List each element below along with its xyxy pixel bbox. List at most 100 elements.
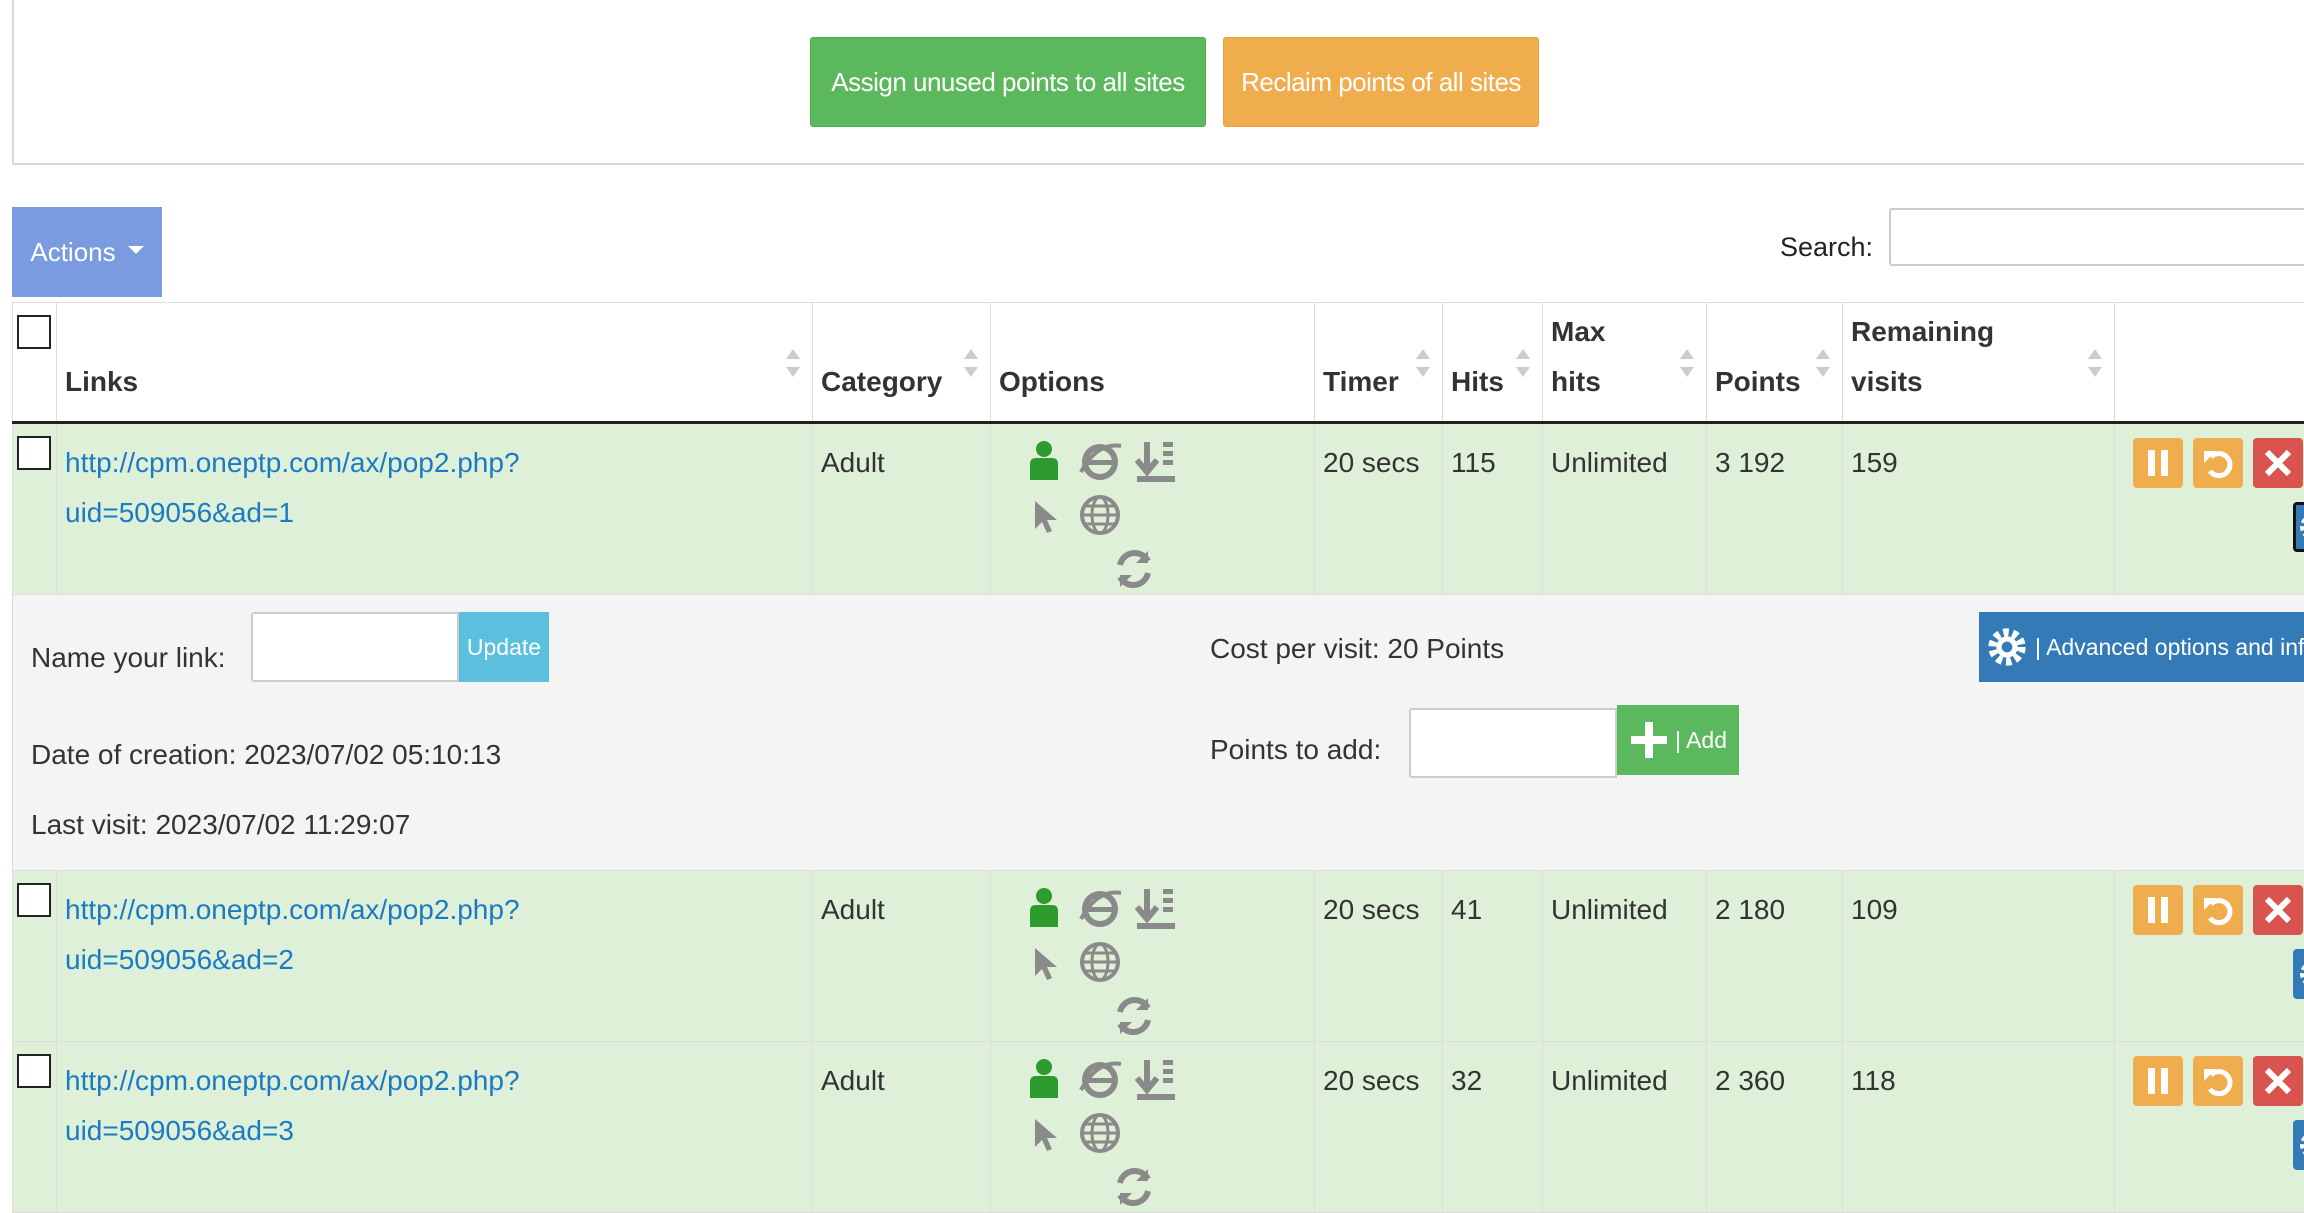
cost-per-visit: Cost per visit: 20 Points — [1210, 633, 1504, 665]
add-label: | Add — [1675, 727, 1727, 754]
person-icon[interactable] — [1019, 883, 1069, 933]
max-hits-cell: Unlimited — [1543, 423, 1707, 595]
link-url-part-1: http://cpm.oneptp.com/ax/pop2.php? — [65, 894, 520, 925]
settings-toggle-button[interactable] — [2293, 1120, 2304, 1170]
pointer-icon[interactable] — [1019, 937, 1069, 987]
timer-cell: 20 secs — [1315, 423, 1443, 595]
person-icon[interactable] — [1019, 436, 1069, 486]
download-icon[interactable] — [1131, 883, 1181, 933]
column-header-max-hits[interactable]: Maxhits — [1543, 303, 1707, 423]
person-icon[interactable] — [1019, 1054, 1069, 1104]
reclaim-points-button[interactable]: Reclaim points of all sites — [1223, 37, 1539, 127]
advanced-options-label: | Advanced options and info — [2035, 634, 2304, 661]
globe-icon[interactable] — [1075, 490, 1125, 540]
remaining-visits-cell: 159 — [1843, 423, 2115, 595]
settings-toggle-button[interactable] — [2293, 502, 2304, 552]
download-icon[interactable] — [1131, 1054, 1181, 1104]
pause-button[interactable] — [2133, 1056, 2183, 1106]
pointer-icon[interactable] — [1019, 1108, 1069, 1158]
column-header-points[interactable]: Points — [1707, 303, 1843, 423]
row-checkbox[interactable] — [17, 436, 51, 470]
points-to-add-input[interactable] — [1409, 708, 1617, 778]
hits-cell: 115 — [1443, 423, 1543, 595]
pointer-icon[interactable] — [1019, 490, 1069, 540]
select-all-checkbox[interactable] — [17, 315, 51, 349]
add-points-button[interactable]: | Add — [1617, 705, 1739, 775]
points-cell: 3 192 — [1707, 423, 1843, 595]
links-table-container: Links Category Options Timer Hits Maxhit… — [12, 302, 2304, 1213]
globe-icon[interactable] — [1075, 937, 1125, 987]
row-checkbox-cell — [13, 871, 57, 1042]
remaining-visits-cell: 118 — [1843, 1042, 2115, 1213]
assign-unused-points-button[interactable]: Assign unused points to all sites — [810, 37, 1206, 127]
row-checkbox[interactable] — [17, 1054, 51, 1088]
delete-button[interactable] — [2253, 885, 2303, 935]
globe-icon[interactable] — [1075, 1108, 1125, 1158]
plus-icon — [1629, 720, 1669, 760]
max-hits-cell: Unlimited — [1543, 1042, 1707, 1213]
links-table: Links Category Options Timer Hits Maxhit… — [12, 302, 2304, 1213]
column-header-controls — [2115, 303, 2304, 423]
delete-button[interactable] — [2253, 1056, 2303, 1106]
points-cell: 2 180 — [1707, 871, 1843, 1042]
remaining-visits-cell: 109 — [1843, 871, 2115, 1042]
undo-button[interactable] — [2193, 438, 2243, 488]
download-icon[interactable] — [1131, 436, 1181, 486]
category-cell: Adult — [813, 423, 991, 595]
link-url-part-2: uid=509056&ad=1 — [65, 497, 294, 528]
hits-cell: 32 — [1443, 1042, 1543, 1213]
ie-icon[interactable] — [1075, 436, 1125, 486]
refresh-icon[interactable] — [1109, 1162, 1159, 1212]
link-url[interactable]: http://cpm.oneptp.com/ax/pop2.php? uid=50… — [65, 894, 520, 975]
column-header-hits[interactable]: Hits — [1443, 303, 1543, 423]
points-header-label: Points — [1715, 366, 1801, 397]
link-url[interactable]: http://cpm.oneptp.com/ax/pop2.php?uid=50… — [65, 1065, 520, 1146]
hits-header-label: Hits — [1451, 366, 1504, 397]
row-checkbox[interactable] — [17, 883, 51, 917]
date-of-creation: Date of creation: 2023/07/02 05:10:13 — [31, 739, 501, 771]
controls-cell — [2115, 423, 2304, 595]
category-cell: Adult — [813, 1042, 991, 1213]
column-header-links[interactable]: Links — [57, 303, 813, 423]
link-cell: http://cpm.oneptp.com/ax/pop2.php?uid=50… — [57, 1042, 813, 1213]
sort-icon — [1816, 349, 1830, 377]
undo-icon — [2202, 447, 2234, 479]
ie-icon[interactable] — [1075, 1054, 1125, 1104]
undo-button[interactable] — [2193, 885, 2243, 935]
search-label: Search: — [1780, 232, 1873, 263]
pause-button[interactable] — [2133, 885, 2183, 935]
close-icon — [2263, 448, 2293, 478]
category-cell: Adult — [813, 871, 991, 1042]
options-cell — [991, 423, 1315, 595]
link-url-part-2: uid=509056&ad=2 — [65, 944, 294, 975]
controls-cell — [2115, 871, 2304, 1042]
advanced-options-button[interactable]: | Advanced options and info — [1979, 612, 2304, 682]
table-row: http://cpm.oneptp.com/ax/pop2.php? uid=50… — [13, 871, 2304, 1042]
column-header-timer[interactable]: Timer — [1315, 303, 1443, 423]
name-link-input[interactable] — [251, 612, 459, 682]
actions-dropdown-button[interactable]: Actions — [12, 207, 162, 297]
gear-icon — [2298, 512, 2304, 542]
refresh-icon[interactable] — [1109, 991, 1159, 1041]
link-url[interactable]: http://cpm.oneptp.com/ax/pop2.php? uid=50… — [65, 447, 520, 528]
link-url-part-1: http://cpm.oneptp.com/ax/pop2.php? — [65, 447, 520, 478]
update-button[interactable]: Update — [459, 612, 549, 682]
gear-icon — [1987, 627, 2027, 667]
gear-icon — [2298, 959, 2304, 989]
options-cell — [991, 871, 1315, 1042]
ie-icon[interactable] — [1075, 883, 1125, 933]
undo-icon — [2202, 1065, 2234, 1097]
settings-toggle-button[interactable] — [2293, 949, 2304, 999]
column-header-category[interactable]: Category — [813, 303, 991, 423]
delete-button[interactable] — [2253, 438, 2303, 488]
search-input[interactable] — [1889, 208, 2304, 266]
pause-button[interactable] — [2133, 438, 2183, 488]
column-header-remaining-visits[interactable]: Remainingvisits — [1843, 303, 2115, 423]
sort-icon — [1680, 349, 1694, 377]
refresh-icon[interactable] — [1109, 544, 1159, 594]
row-checkbox-cell — [13, 1042, 57, 1213]
pause-icon — [2145, 1066, 2171, 1096]
undo-button[interactable] — [2193, 1056, 2243, 1106]
name-link-label: Name your link: — [31, 642, 226, 674]
sort-icon — [964, 349, 978, 377]
